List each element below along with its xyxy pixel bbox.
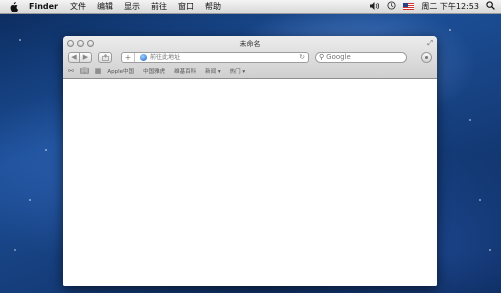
forward-button[interactable]: ▶	[80, 51, 92, 63]
reload-icon[interactable]: ↻	[299, 53, 305, 61]
add-bookmark-icon[interactable]: +	[122, 52, 135, 62]
window-title: 未命名	[239, 40, 261, 48]
bookmark-news-folder[interactable]: 新闻 ▾	[205, 67, 221, 75]
back-button[interactable]: ◀	[68, 51, 80, 63]
search-field[interactable]: ⚲	[315, 51, 407, 63]
bookmarks-bar: ⚯ 📖︎ ▦ Apple中国 中国雅虎 维基百科 新闻 ▾ 热门 ▾	[68, 66, 432, 76]
top-sites-grid-icon[interactable]: ▦	[95, 67, 102, 75]
search-icon: ⚲	[319, 53, 325, 61]
page-content[interactable]	[63, 79, 437, 286]
time-machine-icon[interactable]	[387, 1, 396, 12]
bookmarks-book-icon[interactable]: 📖︎	[80, 67, 89, 75]
bookmark-yahoo-china[interactable]: 中国雅虎	[143, 67, 165, 75]
share-icon	[101, 53, 109, 61]
nav-buttons: ◀ ▶	[68, 51, 92, 63]
menu-help[interactable]: 帮助	[205, 1, 221, 12]
address-bar[interactable]: + ↻	[121, 51, 309, 63]
app-name[interactable]: Finder	[29, 2, 58, 11]
apple-menu-icon[interactable]	[9, 1, 19, 12]
spotlight-icon[interactable]	[486, 1, 495, 12]
fullscreen-icon[interactable]: ⤢	[427, 39, 433, 48]
toolbar: ◀ ▶ + ↻ ⚲	[68, 50, 432, 64]
share-button[interactable]	[98, 51, 112, 63]
globe-icon	[140, 53, 147, 61]
bookmark-popular-folder[interactable]: 热门 ▾	[230, 67, 246, 75]
clock[interactable]: 周二 下午12:53	[421, 1, 479, 12]
menu-file[interactable]: 文件	[70, 1, 86, 12]
safari-window: 未命名 ⤢ ◀ ▶ + ↻ ⚲ ⚯ 📖︎	[63, 36, 437, 286]
us-flag-input-icon[interactable]	[403, 3, 415, 10]
bookmark-wikipedia[interactable]: 维基百科	[174, 67, 196, 75]
menu-window[interactable]: 窗口	[178, 1, 194, 12]
search-input[interactable]	[326, 52, 406, 62]
menu-view[interactable]: 显示	[124, 1, 140, 12]
downloads-button[interactable]	[421, 51, 432, 63]
menu-go[interactable]: 前往	[151, 1, 167, 12]
reading-list-icon[interactable]: ⚯	[68, 67, 74, 75]
window-titlebar: 未命名 ⤢ ◀ ▶ + ↻ ⚲ ⚯ 📖︎	[63, 36, 437, 79]
bookmark-apple-china[interactable]: Apple中国	[107, 67, 134, 75]
menu-edit[interactable]: 编辑	[97, 1, 113, 12]
volume-icon[interactable]	[370, 1, 380, 12]
menu-bar: Finder 文件 编辑 显示 前往 窗口 帮助 周二 下午12:53	[0, 0, 501, 14]
address-input[interactable]	[150, 52, 300, 62]
